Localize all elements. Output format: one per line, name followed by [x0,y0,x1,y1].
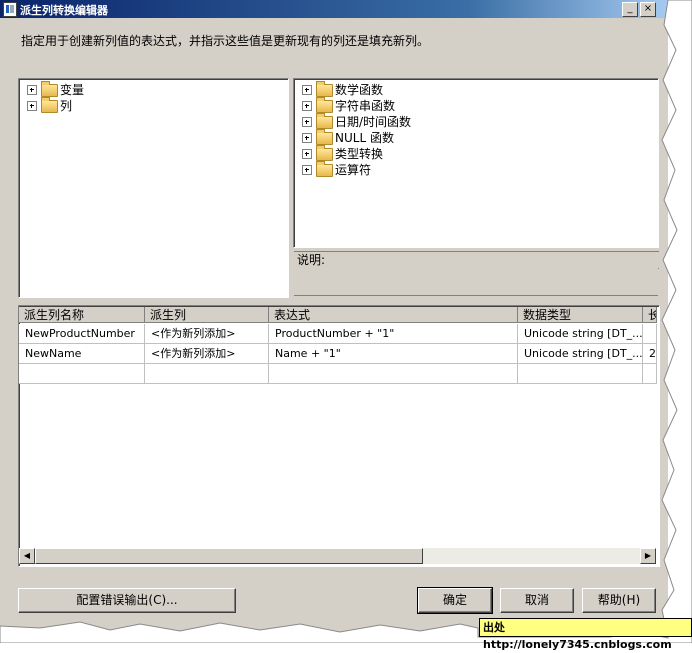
expand-icon[interactable] [302,149,312,159]
horizontal-scrollbar[interactable]: ◀ ▶ [19,548,656,564]
folder-icon [316,97,333,113]
folder-icon [316,129,333,145]
folder-icon [316,113,333,129]
scroll-right-icon[interactable]: ▶ [640,548,656,564]
column-header-expression[interactable]: 表达式 [269,307,518,323]
column-header-data-type[interactable]: 数据类型 [518,307,643,323]
scroll-left-icon[interactable]: ◀ [19,548,35,564]
tree-node-label: 列 [60,99,73,113]
folder-icon [41,81,58,97]
cell-new-row-length[interactable] [643,364,657,384]
expand-icon[interactable] [27,85,37,95]
expand-icon[interactable] [302,165,312,175]
instruction-text: 指定用于创建新列值的表达式，并指示这些值是更新现有的列还是填充新列。 [21,34,430,48]
description-area [294,268,658,296]
close-button[interactable]: × [640,2,656,17]
description-label: 说明: [294,251,659,269]
title-bar[interactable]: 派生列转换编辑器 _ × [0,0,668,18]
minimize-button[interactable]: _ [622,2,638,17]
ok-button[interactable]: 确定 [417,587,493,614]
folder-icon [316,81,333,97]
cell-row2-data-type[interactable]: Unicode string [DT_... [518,344,643,364]
cell-row1-expression[interactable]: ProductNumber + "1" [269,324,518,344]
cell-row1-name[interactable]: NewProductNumber [19,324,145,344]
source-watermark: 出处http://lonely7345.cnblogs.com [479,618,692,651]
tree-node-label: NULL 函数 [335,131,394,145]
cell-row2-derived-column[interactable]: <作为新列添加> [145,344,269,364]
cell-row2-length[interactable]: 2 [643,344,657,364]
expand-icon[interactable] [302,101,312,111]
help-button[interactable]: 帮助(H) [582,588,656,613]
derived-column-editor-window: 派生列转换编辑器 _ × 指定用于创建新列值的表达式，并指示这些值是更新现有的列… [0,0,668,638]
cell-row2-name[interactable]: NewName [19,344,145,364]
app-icon [3,2,17,17]
expand-icon[interactable] [302,117,312,127]
tree-node-label: 数学函数 [335,83,384,97]
expand-icon[interactable] [302,133,312,143]
cell-new-row-name[interactable] [19,364,145,384]
tree-node-label: 类型转换 [335,147,384,161]
tree-node-label: 字符串函数 [335,99,396,113]
cell-new-row-expression[interactable] [269,364,518,384]
tree-node-label: 运算符 [335,163,372,177]
cancel-button[interactable]: 取消 [500,588,574,613]
cell-row2-expression[interactable]: Name + "1" [269,344,518,364]
cell-row1-length[interactable] [643,324,657,344]
window-title: 派生列转换编辑器 [20,4,108,17]
folder-icon [41,97,58,113]
cell-row1-derived-column[interactable]: <作为新列添加> [145,324,269,344]
column-header-name[interactable]: 派生列名称 [19,307,145,323]
cell-new-row-derived-column[interactable] [145,364,269,384]
cell-row1-data-type[interactable]: Unicode string [DT_... [518,324,643,344]
cell-new-row-data-type[interactable] [518,364,643,384]
column-header-derived-column[interactable]: 派生列 [145,307,269,323]
expand-icon[interactable] [302,85,312,95]
expand-icon[interactable] [27,101,37,111]
tree-node-label: 变量 [60,83,85,97]
functions-tree[interactable]: 数学函数 字符串函数 日期/时间函数 NULL 函数 类型转换 运算符 [293,78,659,248]
column-header-length[interactable]: 长 [643,307,657,323]
scrollbar-thumb[interactable] [35,548,423,564]
folder-icon [316,145,333,161]
folder-icon [316,161,333,177]
tree-node-label: 日期/时间函数 [335,115,412,129]
variables-columns-tree[interactable]: 变量 列 [18,78,289,298]
configure-error-output-button[interactable]: 配置错误输出(C)... [18,588,236,613]
